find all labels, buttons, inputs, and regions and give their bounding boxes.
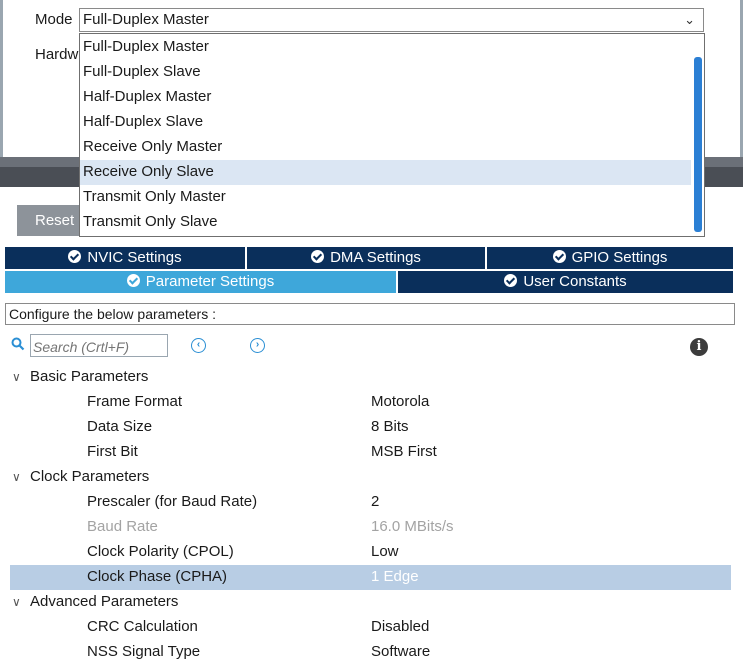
tab-label: Parameter Settings bbox=[145, 273, 275, 290]
param-name: Data Size bbox=[87, 418, 153, 435]
param-row-frame-format[interactable]: Frame Format Motorola bbox=[10, 390, 731, 415]
param-value[interactable]: 1 Edge bbox=[371, 568, 419, 585]
check-circle-icon bbox=[311, 250, 325, 263]
param-name: Baud Rate bbox=[87, 518, 158, 535]
tab-dma-settings[interactable]: DMA Settings bbox=[247, 247, 485, 269]
param-value[interactable]: 8 Bits bbox=[371, 418, 409, 435]
chevron-down-icon[interactable]: ∨ bbox=[12, 595, 30, 609]
tab-row-secondary: Parameter Settings User Constants bbox=[5, 271, 733, 295]
param-name: CRC Calculation bbox=[87, 618, 198, 635]
group-basic-parameters[interactable]: ∨ Basic Parameters bbox=[12, 365, 148, 390]
configure-hint: Configure the below parameters : bbox=[5, 303, 735, 325]
dropdown-option-receive-only-slave[interactable]: Receive Only Slave bbox=[80, 160, 691, 185]
param-name: Prescaler (for Baud Rate) bbox=[87, 493, 258, 510]
dropdown-option-transmit-only-master[interactable]: Transmit Only Master bbox=[80, 185, 691, 210]
dropdown-option-full-duplex-slave[interactable]: Full-Duplex Slave bbox=[80, 60, 691, 85]
group-label: Clock Parameters bbox=[30, 468, 150, 485]
chevron-left-icon[interactable]: ‹ bbox=[191, 338, 206, 353]
tab-row-primary: NVIC Settings DMA Settings GPIO Settings bbox=[5, 247, 733, 270]
param-row-nss-signal-type[interactable]: NSS Signal Type Software bbox=[10, 640, 731, 665]
tab-label: NVIC Settings bbox=[87, 249, 182, 266]
group-label: Advanced Parameters bbox=[30, 593, 179, 610]
tab-nvic-settings[interactable]: NVIC Settings bbox=[5, 247, 245, 269]
dropdown-option-transmit-only-slave[interactable]: Transmit Only Slave bbox=[80, 210, 691, 235]
check-circle-icon bbox=[68, 250, 82, 263]
dropdown-option-half-duplex-slave[interactable]: Half-Duplex Slave bbox=[80, 110, 691, 135]
param-value: 16.0 MBits/s bbox=[371, 518, 454, 535]
search-icon[interactable] bbox=[11, 337, 25, 351]
param-row-first-bit[interactable]: First Bit MSB First bbox=[10, 440, 731, 465]
check-circle-icon bbox=[126, 274, 140, 287]
group-clock-parameters[interactable]: ∨ Clock Parameters bbox=[12, 465, 149, 490]
mode-select-value: Full-Duplex Master bbox=[83, 11, 209, 28]
param-name: Frame Format bbox=[87, 393, 183, 410]
search-input[interactable] bbox=[30, 334, 168, 357]
check-circle-icon bbox=[552, 250, 566, 263]
param-name: First Bit bbox=[87, 443, 138, 460]
check-circle-icon bbox=[504, 274, 518, 287]
mode-dropdown-list: Full-Duplex Master Full-Duplex Slave Half-… bbox=[79, 33, 705, 237]
param-name: Clock Polarity (CPOL) bbox=[87, 543, 234, 560]
dropdown-option-full-duplex-master[interactable]: Full-Duplex Master bbox=[80, 35, 691, 60]
param-value[interactable]: Disabled bbox=[371, 618, 429, 635]
param-row-prescaler-for-baud-rate[interactable]: Prescaler (for Baud Rate) 2 bbox=[10, 490, 731, 515]
param-value[interactable]: MSB First bbox=[371, 443, 437, 460]
chevron-down-icon: ⌄ bbox=[684, 12, 695, 27]
dropdown-option-receive-only-master[interactable]: Receive Only Master bbox=[80, 135, 691, 160]
mode-select[interactable]: Full-Duplex Master ⌄ bbox=[79, 8, 704, 32]
param-row-clock-phase-cpha[interactable]: Clock Phase (CPHA) 1 Edge bbox=[10, 565, 731, 590]
tab-parameter-settings[interactable]: Parameter Settings bbox=[5, 271, 396, 293]
tab-label: GPIO Settings bbox=[571, 249, 668, 266]
chevron-down-icon[interactable]: ∨ bbox=[12, 470, 30, 484]
mode-label: Mode bbox=[35, 11, 73, 28]
info-icon[interactable]: i bbox=[690, 338, 708, 356]
tab-label: User Constants bbox=[523, 273, 627, 290]
param-name: Clock Phase (CPHA) bbox=[87, 568, 228, 585]
dropdown-option-half-duplex-master[interactable]: Half-Duplex Master bbox=[80, 85, 691, 110]
param-name: NSS Signal Type bbox=[87, 643, 201, 660]
chevron-right-icon[interactable]: › bbox=[250, 338, 265, 353]
param-row-clock-polarity-cpol[interactable]: Clock Polarity (CPOL) Low bbox=[10, 540, 731, 565]
param-row-data-size[interactable]: Data Size 8 Bits bbox=[10, 415, 731, 440]
tab-gpio-settings[interactable]: GPIO Settings bbox=[487, 247, 733, 269]
group-label: Basic Parameters bbox=[30, 368, 149, 385]
param-value[interactable]: Software bbox=[371, 643, 430, 660]
hardware-label: Hardw bbox=[35, 46, 79, 63]
param-row-baud-rate: Baud Rate 16.0 MBits/s bbox=[10, 515, 731, 540]
tab-label: DMA Settings bbox=[330, 249, 421, 266]
param-value[interactable]: 2 bbox=[371, 493, 379, 510]
param-value[interactable]: Low bbox=[371, 543, 399, 560]
tab-user-constants[interactable]: User Constants bbox=[398, 271, 733, 293]
chevron-down-icon[interactable]: ∨ bbox=[12, 370, 30, 384]
param-row-crc-calculation[interactable]: CRC Calculation Disabled bbox=[10, 615, 731, 640]
param-value[interactable]: Motorola bbox=[371, 393, 429, 410]
dropdown-scrollbar[interactable] bbox=[694, 57, 702, 232]
group-advanced-parameters[interactable]: ∨ Advanced Parameters bbox=[12, 590, 178, 615]
